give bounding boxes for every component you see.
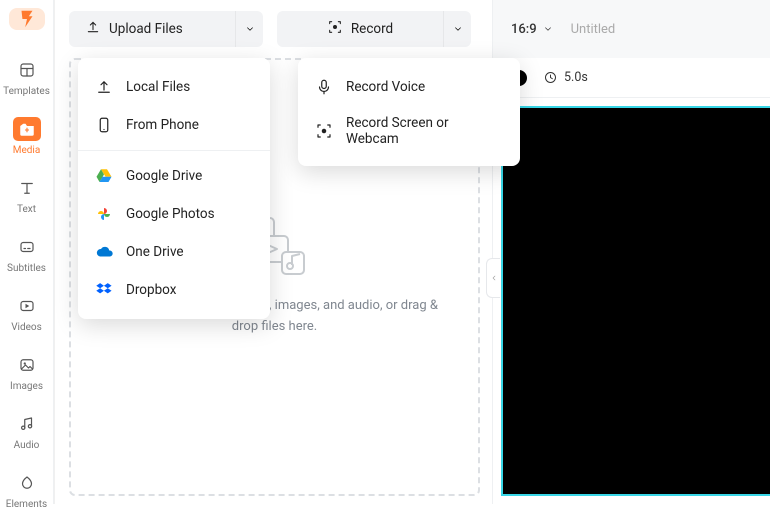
- upload-option-dropbox[interactable]: Dropbox: [78, 271, 270, 309]
- collapse-preview-handle[interactable]: [486, 258, 500, 298]
- record-button[interactable]: Record: [277, 11, 471, 47]
- phone-icon: [94, 115, 114, 135]
- microphone-icon: [314, 77, 334, 97]
- videos-icon: [13, 294, 41, 318]
- upload-label: Upload Files: [109, 21, 183, 37]
- text-icon: [13, 176, 41, 200]
- upload-option-phone[interactable]: From Phone: [78, 106, 270, 144]
- chevron-left-icon: [490, 273, 498, 283]
- sidebar-item-elements[interactable]: Elements: [4, 463, 50, 520]
- sidebar: Templates + Media Text Subtitles Videos: [0, 0, 54, 504]
- preview-panel: 16:9 Untitled 5.0s: [492, 0, 770, 504]
- upload-option-gdrive[interactable]: Google Drive: [78, 157, 270, 195]
- record-option-screen[interactable]: Record Screen or Webcam: [298, 106, 520, 156]
- duration-control[interactable]: 5.0s: [543, 70, 588, 85]
- preview-canvas[interactable]: [501, 106, 770, 496]
- sidebar-item-audio[interactable]: Audio: [4, 404, 50, 461]
- dropbox-icon: [94, 280, 114, 300]
- images-icon: [13, 353, 41, 377]
- upload-icon: [85, 19, 101, 39]
- sidebar-item-label: Audio: [14, 440, 40, 451]
- sidebar-item-label: Subtitles: [7, 263, 46, 274]
- record-caret[interactable]: [443, 11, 471, 47]
- sidebar-item-media[interactable]: + Media: [4, 109, 50, 166]
- upload-option-local[interactable]: Local Files: [78, 68, 270, 106]
- chevron-down-icon: [543, 24, 553, 34]
- audio-icon: [13, 412, 41, 436]
- sidebar-item-label: Text: [17, 204, 36, 215]
- preview-controls: 5.0s: [493, 58, 770, 98]
- sidebar-item-videos[interactable]: Videos: [4, 286, 50, 343]
- upload-option-gphotos[interactable]: Google Photos: [78, 195, 270, 233]
- upload-files-button[interactable]: Upload Files: [69, 11, 263, 47]
- sidebar-item-label: Images: [10, 381, 43, 392]
- sidebar-item-images[interactable]: Images: [4, 345, 50, 402]
- record-option-voice[interactable]: Record Voice: [298, 68, 520, 106]
- upload-option-onedrive[interactable]: One Drive: [78, 233, 270, 271]
- upload-caret[interactable]: [235, 11, 263, 47]
- preview-header: 16:9 Untitled: [493, 0, 770, 58]
- upload-dropdown: Local Files From Phone Google Drive Goog…: [78, 58, 270, 319]
- canvas-wrap: [493, 98, 770, 504]
- screen-record-icon: [314, 121, 334, 141]
- google-photos-icon: [94, 204, 114, 224]
- record-dropdown: Record Voice Record Screen or Webcam: [298, 58, 520, 166]
- onedrive-icon: [94, 242, 114, 262]
- upload-icon: [94, 77, 114, 97]
- aspect-ratio-selector[interactable]: 16:9: [511, 22, 553, 37]
- elements-icon: [13, 471, 41, 495]
- sidebar-item-subtitles[interactable]: Subtitles: [4, 227, 50, 284]
- sidebar-item-label: Videos: [11, 322, 42, 333]
- svg-text:+: +: [24, 126, 29, 136]
- app-logo: [9, 8, 45, 30]
- record-label: Record: [351, 21, 393, 37]
- templates-icon: [13, 58, 41, 82]
- google-drive-icon: [94, 166, 114, 186]
- sidebar-item-label: Media: [13, 145, 41, 156]
- sidebar-item-label: Templates: [3, 86, 50, 97]
- record-icon: [327, 19, 343, 39]
- dropdown-divider: [78, 150, 270, 151]
- sidebar-item-label: Elements: [6, 499, 47, 510]
- sidebar-item-templates[interactable]: Templates: [4, 50, 50, 107]
- media-toolbar: Upload Files Record: [55, 0, 492, 58]
- project-title[interactable]: Untitled: [571, 22, 616, 37]
- clock-icon: [543, 70, 558, 85]
- media-icon: +: [13, 117, 41, 141]
- sidebar-item-text[interactable]: Text: [4, 168, 50, 225]
- subtitles-icon: [13, 235, 41, 259]
